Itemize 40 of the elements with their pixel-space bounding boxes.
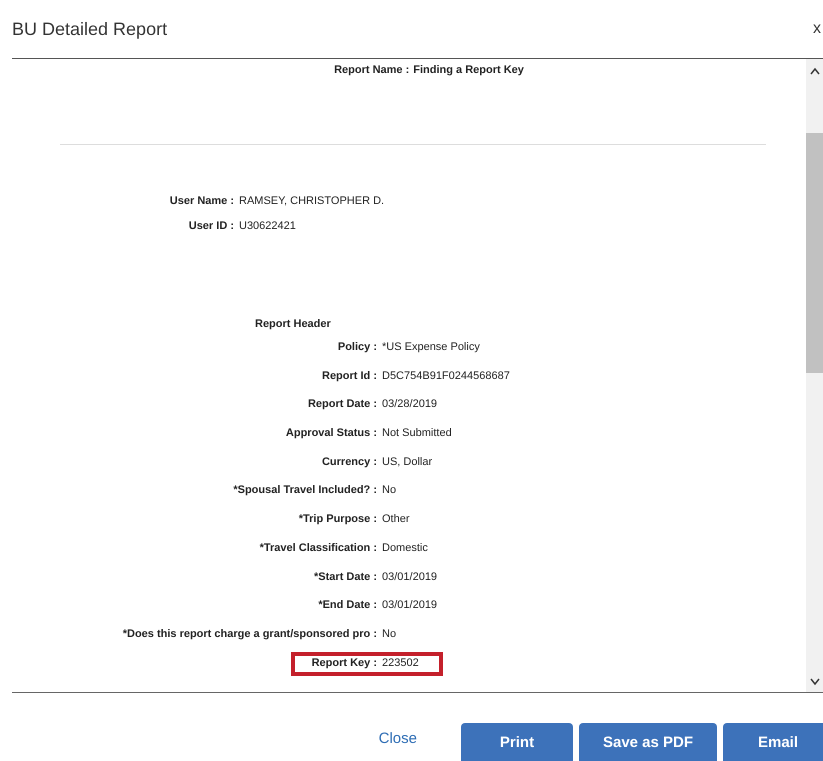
action-button[interactable]: Print xyxy=(461,723,573,761)
field-label: *Travel Classification : xyxy=(258,542,377,554)
field-value: Domestic xyxy=(382,542,429,554)
field-value: US, Dollar xyxy=(382,456,434,468)
dialog-title: BU Detailed Report xyxy=(12,18,168,40)
field-label: Report Name : xyxy=(334,64,410,78)
field-label: *Trip Purpose : xyxy=(298,513,377,526)
section-heading: Report Header xyxy=(254,318,332,332)
field-value: U30622421 xyxy=(239,220,297,232)
scroll-up-icon[interactable] xyxy=(810,67,820,75)
field-label: *Spousal Travel Included? : xyxy=(232,484,377,496)
field-label: *Start Date : xyxy=(313,570,377,582)
action-button[interactable]: Email xyxy=(723,723,823,761)
field-label: Report Id : xyxy=(321,370,377,382)
scrollbar-thumb[interactable] xyxy=(806,133,823,373)
field-value: 223502 xyxy=(382,656,420,669)
close-link[interactable]: Close xyxy=(378,730,455,761)
field-value: Finding a Report Key xyxy=(413,64,524,78)
scroll-down-icon[interactable] xyxy=(810,678,820,686)
close-button[interactable]: x xyxy=(813,20,821,38)
field-label: *End Date : xyxy=(317,599,377,612)
field-value: Not Submitted xyxy=(382,427,453,440)
field-value: Other xyxy=(382,513,411,526)
field-value: No xyxy=(382,628,398,640)
field-value: D5C754B91F0244568687 xyxy=(382,370,510,382)
field-value: 03/01/2019 xyxy=(382,599,438,612)
field-value: 03/01/2019 xyxy=(382,570,438,582)
field-label: User Name : xyxy=(168,195,234,207)
field-value: No xyxy=(382,484,398,496)
field-label: Report Date : xyxy=(306,398,377,410)
field-label: User ID : xyxy=(188,220,234,232)
field-label: Currency : xyxy=(320,456,377,468)
field-label: Report Key : xyxy=(310,656,377,669)
field-value: *US Expense Policy xyxy=(382,341,481,353)
field-label: *Does this report charge a grant/sponsored pro : xyxy=(122,628,377,640)
field-label: Policy : xyxy=(336,341,377,353)
field-label: Approval Status : xyxy=(284,427,377,440)
action-button[interactable]: Save as PDF xyxy=(579,723,717,761)
field-value: RAMSEY, CHRISTOPHER D. xyxy=(239,195,384,207)
field-value: 03/28/2019 xyxy=(382,398,438,410)
